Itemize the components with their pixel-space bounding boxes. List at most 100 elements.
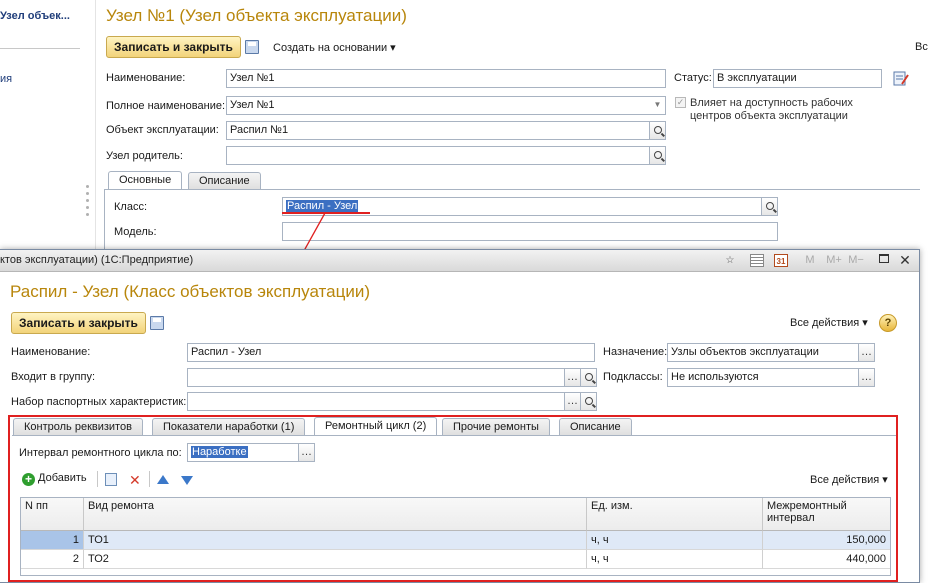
- left-panel-item-node[interactable]: Узел объек...: [0, 10, 70, 22]
- subclasses-select-button[interactable]: …: [858, 368, 875, 387]
- affects-label-line2: центров объекта эксплуатации: [690, 110, 848, 122]
- toolbar-divider-2: [149, 471, 150, 487]
- table-all-actions-button[interactable]: Все действия ▾: [810, 473, 888, 486]
- passport-label: Набор паспортных характеристик:: [11, 396, 187, 408]
- subclasses-input[interactable]: Не используются: [667, 368, 859, 387]
- repair-cycle-table[interactable]: N пп Вид ремонта Ед. изм. Межремонтный и…: [20, 497, 891, 576]
- node-form-title: Узел №1 (Узел объекта эксплуатации): [106, 6, 407, 25]
- search-icon: [765, 202, 774, 210]
- interval-input[interactable]: Наработке: [187, 443, 299, 462]
- interval-select-button[interactable]: …: [298, 443, 315, 462]
- maximize-icon[interactable]: [877, 254, 891, 267]
- search-icon: [653, 126, 662, 134]
- status-edit-icon[interactable]: [893, 70, 909, 86]
- table-cell-repair-kind[interactable]: ТО1: [84, 531, 587, 550]
- status-input[interactable]: В эксплуатации: [713, 69, 882, 88]
- parent-search-button[interactable]: [649, 146, 666, 165]
- node-all-actions-button[interactable]: Вс: [915, 41, 928, 53]
- left-panel-item-2[interactable]: ия: [0, 73, 12, 85]
- node-name-label: Наименование:: [106, 72, 186, 84]
- purpose-select-button[interactable]: …: [858, 343, 875, 362]
- passport-input[interactable]: [187, 392, 565, 411]
- tab-repair-cycle[interactable]: Ремонтный цикл (2): [314, 417, 438, 436]
- parent-node-label: Узел родитель:: [106, 150, 183, 162]
- table-cell-unit[interactable]: ч, ч: [587, 550, 763, 569]
- column-header-unit[interactable]: Ед. изм.: [587, 498, 763, 531]
- interval-label: Интервал ремонтного цикла по:: [19, 447, 182, 459]
- move-down-icon[interactable]: [181, 476, 193, 485]
- create-based-on-button[interactable]: Создать на основании ▾: [273, 41, 396, 54]
- window-caption-text: ктов эксплуатации) (1С:Предприятие): [0, 254, 194, 266]
- group-search-button[interactable]: [580, 368, 597, 387]
- table-cell-number[interactable]: 2: [21, 550, 84, 569]
- table-cell-unit[interactable]: ч, ч: [587, 531, 763, 550]
- tab-operating-indicators[interactable]: Показатели наработки (1): [152, 418, 306, 436]
- passport-select-button[interactable]: …: [564, 392, 581, 411]
- search-icon: [653, 151, 662, 159]
- purpose-input[interactable]: Узлы объектов эксплуатации: [667, 343, 859, 362]
- splitter-handle[interactable]: [85, 185, 91, 220]
- window-caption-bar[interactable]: ктов эксплуатации) (1С:Предприятие) ☆ 31…: [0, 250, 919, 272]
- calculator-icon[interactable]: [750, 254, 764, 267]
- tab-other-repairs[interactable]: Прочие ремонты: [442, 418, 550, 436]
- tab-description[interactable]: Описание: [559, 418, 632, 436]
- column-header-interval[interactable]: Межремонтный интервал: [763, 498, 890, 531]
- class-save-close-button[interactable]: Записать и закрыть: [11, 312, 146, 334]
- affects-checkbox[interactable]: ✓: [675, 97, 686, 108]
- tab-description[interactable]: Описание: [188, 172, 261, 190]
- left-panel-divider: [0, 48, 80, 49]
- favorite-star-icon[interactable]: ☆: [723, 254, 737, 267]
- object-input[interactable]: Распил №1: [226, 121, 650, 140]
- class-window: ктов эксплуатации) (1С:Предприятие) ☆ 31…: [0, 249, 920, 583]
- table-cell-number[interactable]: 1: [21, 531, 84, 550]
- tab-attribute-control[interactable]: Контроль реквизитов: [13, 418, 143, 436]
- toolbar-divider: [97, 471, 98, 487]
- class-all-actions-button[interactable]: Все действия ▾: [790, 316, 868, 329]
- affects-label-line1: Влияет на доступность рабочих: [690, 97, 853, 109]
- delete-row-icon[interactable]: ✕: [129, 473, 141, 487]
- table-cell-interval[interactable]: 440,000: [763, 550, 890, 569]
- parent-node-input[interactable]: [226, 146, 650, 165]
- node-name-input[interactable]: Узел №1: [226, 69, 666, 88]
- close-icon[interactable]: ✕: [898, 253, 912, 267]
- passport-search-button[interactable]: [580, 392, 597, 411]
- status-label: Статус:: [674, 72, 712, 84]
- node-full-name-input[interactable]: Узел №1: [226, 96, 666, 115]
- tab-main[interactable]: Основные: [108, 171, 183, 190]
- help-icon[interactable]: ?: [879, 314, 897, 332]
- group-input[interactable]: [187, 368, 565, 387]
- class-label: Класс:: [114, 201, 147, 213]
- interval-value: Наработке: [191, 446, 248, 458]
- calendar-icon[interactable]: 31: [774, 254, 788, 267]
- class-name-input[interactable]: Распил - Узел: [187, 343, 595, 362]
- object-search-button[interactable]: [649, 121, 666, 140]
- memory-m-button[interactable]: M: [803, 254, 817, 267]
- table-cell-interval[interactable]: 150,000: [763, 531, 890, 550]
- save-icon[interactable]: [150, 316, 164, 330]
- class-search-button[interactable]: [761, 197, 778, 216]
- copy-row-icon[interactable]: [105, 473, 117, 486]
- node-save-close-button[interactable]: Записать и закрыть: [106, 36, 241, 58]
- search-icon: [584, 373, 593, 381]
- save-icon[interactable]: [245, 40, 259, 54]
- memory-m-plus-button[interactable]: M+: [825, 254, 843, 267]
- chevron-down-icon[interactable]: ▼: [650, 97, 665, 114]
- class-name-label: Наименование:: [11, 346, 91, 358]
- table-cell-repair-kind[interactable]: ТО2: [84, 550, 587, 569]
- purpose-label: Назначение:: [603, 346, 668, 358]
- add-row-label: Добавить: [38, 472, 87, 484]
- group-select-button[interactable]: …: [564, 368, 581, 387]
- column-header-number[interactable]: N пп: [21, 498, 84, 531]
- add-row-button[interactable]: + Добавить: [22, 472, 87, 486]
- class-form-title: Распил - Узел (Класс объектов эксплуатац…: [10, 282, 370, 301]
- move-up-icon[interactable]: [157, 475, 169, 484]
- node-full-name-label: Полное наименование:: [106, 100, 226, 112]
- column-header-repair-kind[interactable]: Вид ремонта: [84, 498, 587, 531]
- model-input[interactable]: [282, 222, 778, 241]
- search-icon: [584, 397, 593, 405]
- add-icon: +: [22, 473, 35, 486]
- repair-tab-panel: [12, 435, 896, 436]
- memory-m-minus-button[interactable]: M−: [847, 254, 865, 267]
- model-label: Модель:: [114, 226, 157, 238]
- subclasses-label: Подклассы:: [603, 371, 663, 383]
